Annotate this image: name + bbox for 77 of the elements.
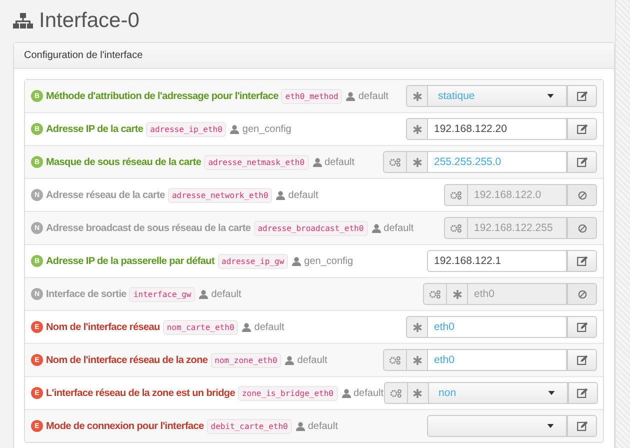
owner-label: default	[254, 322, 284, 332]
field-label: Nom de l'interface réseau de la zone	[46, 354, 208, 366]
edit-icon	[576, 256, 588, 266]
edit-icon	[576, 322, 588, 332]
user-icon	[312, 158, 322, 166]
forbidden-icon	[578, 290, 586, 298]
user-icon	[342, 388, 350, 398]
input-field[interactable]: 255.255.255.0	[427, 151, 567, 173]
user-icon	[372, 224, 381, 232]
caret-icon	[548, 391, 555, 395]
edit-button[interactable]	[567, 415, 597, 437]
select-field[interactable]: non	[428, 382, 568, 404]
edit-icon	[577, 388, 588, 398]
select-field[interactable]	[427, 415, 567, 437]
user-icon	[292, 256, 302, 266]
variable-name: adresse_ip_gw	[218, 254, 288, 268]
caret-icon	[547, 94, 554, 98]
edit-button[interactable]	[568, 382, 598, 404]
variable-name: adresse_broadcast_eth0	[254, 220, 368, 236]
variable-name: debit_carte_eth0	[206, 418, 292, 434]
variable-name: zone_is_bridge_eth0	[238, 386, 338, 400]
forbidden-icon	[578, 190, 586, 200]
edit-icon	[576, 157, 588, 167]
owner-label: default	[358, 90, 388, 102]
field-label: Adresse IP de la carte	[46, 124, 144, 134]
field-label: Mode de connexion pour l'interface	[46, 420, 204, 432]
user-icon	[230, 124, 240, 134]
field-label: Interface de sortie	[46, 288, 126, 300]
user-icon	[199, 290, 208, 298]
variable-name: interface_gw	[129, 286, 196, 302]
user-icon	[285, 356, 294, 364]
variable-name: eth0_method	[281, 88, 342, 104]
field-label: L'interface réseau de la zone est un bridge	[46, 388, 235, 398]
field-label: Nom de l'interface réseau	[46, 322, 160, 332]
field-label: Adresse broadcast de sous réseau de la carte	[46, 222, 251, 234]
owner-label: default	[354, 388, 384, 398]
owner-label: gen_config	[242, 124, 292, 134]
owner-label: default	[297, 354, 328, 366]
input-field[interactable]: 192.168.122.20	[427, 118, 567, 140]
owner-label: default	[288, 190, 318, 200]
edit-icon	[576, 355, 588, 365]
owner-label: default	[308, 420, 338, 432]
owner-label: default	[384, 222, 414, 234]
variable-name: nom_carte_eth0	[162, 320, 238, 334]
user-icon	[346, 92, 356, 100]
input-field[interactable]: eth0	[427, 316, 567, 338]
edit-icon	[576, 421, 588, 431]
panel-title: Configuration de l'interface	[24, 50, 143, 61]
edit-button[interactable]	[567, 85, 597, 107]
variable-name: nom_zone_eth0	[210, 352, 282, 368]
field-label: Méthode d'attribution de l'adressage pour l'interface	[46, 90, 278, 102]
user-icon	[296, 422, 305, 430]
edit-icon	[576, 91, 588, 101]
input-field[interactable]: 192.168.122.1	[427, 250, 567, 272]
edit-button[interactable]	[567, 316, 597, 338]
owner-label: default	[324, 156, 355, 168]
owner-label: default	[211, 288, 242, 300]
owner-label: gen_config	[304, 256, 354, 266]
edit-button[interactable]	[567, 118, 597, 140]
edit-button[interactable]	[567, 349, 597, 371]
edit-button[interactable]	[567, 250, 597, 272]
page-title: Interface-0	[39, 9, 140, 33]
caret-icon	[547, 424, 554, 428]
input-field[interactable]: eth0	[427, 349, 567, 371]
select-field[interactable]: statique	[427, 85, 567, 107]
edit-button[interactable]	[567, 151, 597, 173]
edit-icon	[576, 124, 588, 134]
variable-name: adresse_netmask_eth0	[204, 154, 309, 170]
field-label: Adresse réseau de la carte	[46, 190, 165, 200]
forbidden-icon	[578, 224, 586, 232]
variable-name: adresse_network_eth0	[168, 188, 272, 202]
user-icon	[276, 190, 286, 200]
sitemap-icon	[13, 13, 33, 29]
field-label: Adresse IP de la passerelle par défaut	[46, 256, 215, 266]
variable-name: adresse_ip_eth0	[146, 122, 226, 136]
field-label: Masque de sous réseau de la carte	[46, 156, 202, 168]
user-icon	[242, 322, 252, 332]
